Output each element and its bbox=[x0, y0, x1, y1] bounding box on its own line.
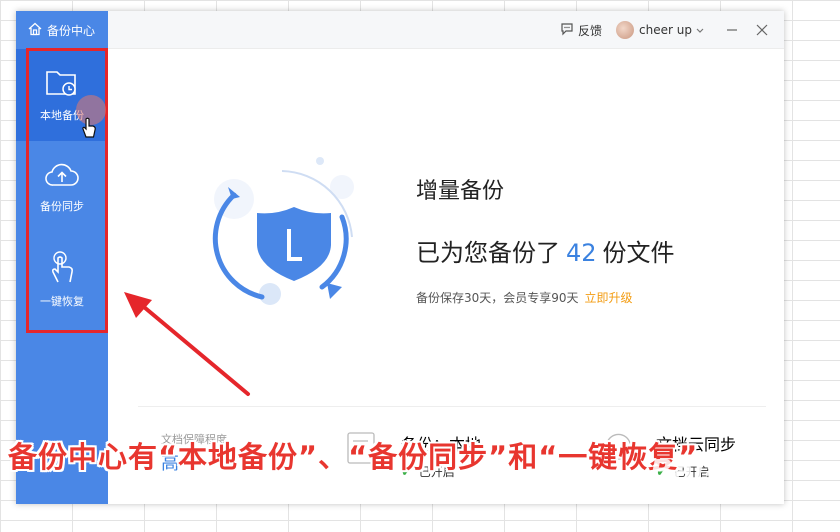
title-bar: 反馈 cheer up bbox=[108, 11, 784, 49]
folder-clock-icon bbox=[45, 68, 79, 107]
username: cheer up bbox=[639, 23, 692, 37]
backup-mode-heading: 增量备份 bbox=[416, 179, 505, 204]
sidebar-item-one-click-restore[interactable]: 一键恢复 bbox=[16, 233, 108, 325]
feedback-label: 反馈 bbox=[578, 23, 603, 38]
retention-text: 备份保存30天，会员专享90天 bbox=[416, 291, 579, 305]
sidebar-item-label: 备份同步 bbox=[40, 199, 84, 213]
hand-tap-icon bbox=[47, 250, 77, 293]
cloud-upload-icon bbox=[44, 161, 80, 198]
count-prefix: 已为您备份了 bbox=[416, 239, 560, 267]
file-count: 42 bbox=[566, 239, 597, 267]
sidebar-item-label: 一键恢复 bbox=[40, 294, 84, 308]
close-button[interactable] bbox=[756, 24, 768, 36]
chevron-down-icon bbox=[696, 23, 708, 37]
minimize-button[interactable] bbox=[726, 24, 738, 36]
backup-count: 已为您备份了 42 份文件 bbox=[416, 233, 675, 268]
retention-note: 备份保存30天，会员专享90天 立即升级 bbox=[416, 289, 633, 306]
hand-cursor-icon bbox=[81, 116, 97, 142]
divider bbox=[138, 406, 766, 407]
watermark-url: jingyan.baidu.com bbox=[652, 476, 754, 489]
feedback-button[interactable]: 反馈 bbox=[560, 22, 602, 39]
app-title: 备份中心 bbox=[47, 23, 96, 38]
red-arrow-annotation bbox=[118, 292, 258, 406]
house-icon bbox=[28, 22, 47, 39]
sidebar: 备份中心 本地备份 备份同步 一键恢复 bbox=[16, 11, 108, 504]
backup-center-window: 备份中心 本地备份 备份同步 一键恢复 反馈 cheer up 增量备份 已为您… bbox=[16, 11, 784, 504]
sidebar-item-backup-sync[interactable]: 备份同步 bbox=[16, 141, 108, 233]
tutorial-caption: 备份中心有“本地备份”、“备份同步”和“一键恢复” bbox=[8, 440, 699, 474]
avatar bbox=[616, 21, 635, 39]
user-menu[interactable]: cheer up bbox=[616, 21, 708, 39]
chat-bubble-icon bbox=[560, 22, 578, 39]
upgrade-link[interactable]: 立即升级 bbox=[585, 291, 633, 305]
sidebar-header: 备份中心 bbox=[16, 11, 108, 49]
count-suffix: 份文件 bbox=[602, 239, 675, 267]
